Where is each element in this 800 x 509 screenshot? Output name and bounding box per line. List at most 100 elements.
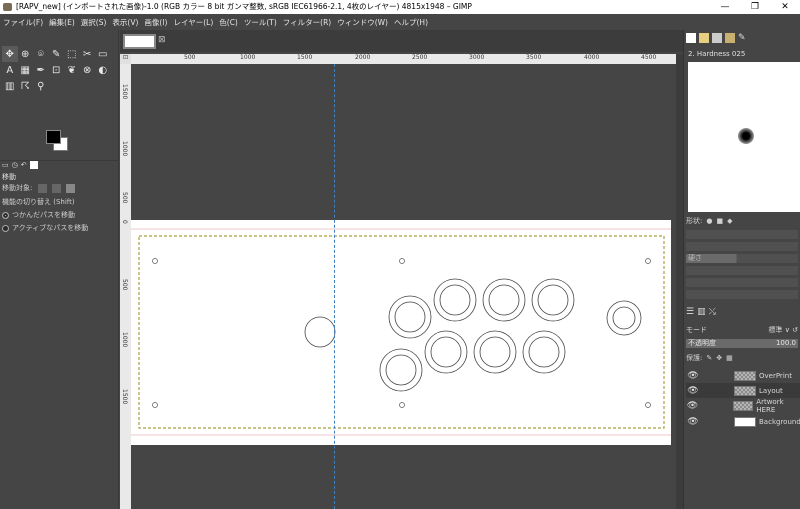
cut-tool-icon[interactable]: ✂ (80, 46, 96, 62)
lock-pixels-icon[interactable]: ✎ (706, 354, 712, 362)
patterns-tab-icon[interactable] (699, 33, 709, 43)
menu-windows[interactable]: ウィンドウ(W) (337, 17, 388, 28)
aspect-slider[interactable] (686, 266, 798, 275)
vertical-ruler[interactable]: 1500 1000 500 0 500 1000 1500 (120, 64, 131, 509)
radius-slider[interactable] (686, 230, 798, 239)
color-picker-icon[interactable]: ☈ (18, 78, 34, 94)
option-pick-path[interactable]: つかんだパスを移動 (2, 210, 75, 220)
menu-help[interactable]: ヘルプ(H) (394, 17, 428, 28)
device-status-tab-icon[interactable]: ◷ (12, 161, 18, 171)
ruler-label: 1000 (240, 54, 256, 61)
layer-row[interactable]: 👁 Background (686, 414, 800, 429)
undo-history-tab-icon[interactable]: ↶ (21, 161, 27, 171)
vertical-scrollbar[interactable] (676, 54, 683, 509)
move-tool-icon[interactable]: ✥ (2, 46, 18, 62)
color-swatches[interactable] (44, 128, 72, 154)
brush-preview[interactable] (688, 62, 800, 212)
transform-tool-icon[interactable]: ▭ (95, 46, 111, 62)
text-tool-icon[interactable]: A (2, 62, 18, 78)
opacity-value: 100.0 (775, 339, 796, 347)
close-button[interactable]: ✕ (770, 0, 800, 14)
menu-layer[interactable]: レイヤー(L) (173, 17, 213, 28)
toolbox: ✥ ⊕ ⌾ ✎ ⬚ ✂ ▭ A ▦ ✒ ⊡ ❦ ⊗ ◐ ▥ ☈ ⚲ ▭ ◷ ↶ … (0, 30, 119, 509)
align-tool-icon[interactable]: ⊕ (18, 46, 34, 62)
right-dock: ✎ 2. Hardness 025 形状: ● ■ ◆ 硬さ ☰ ▥ ⤯ モード… (683, 30, 800, 509)
ruler-label: 3000 (469, 54, 485, 61)
path-target-icon[interactable] (66, 183, 76, 193)
tool-options-tab-icon[interactable]: ▭ (2, 161, 9, 171)
option-active-path[interactable]: アクティブなパスを移動 (2, 223, 88, 233)
lock-alpha-icon[interactable]: ▦ (726, 354, 733, 362)
free-select-icon[interactable]: ⌾ (33, 46, 49, 62)
clone-tool-icon[interactable]: ❦ (64, 62, 80, 78)
radio-active-path[interactable] (2, 224, 9, 232)
layer-target-icon[interactable] (37, 183, 47, 193)
eye-icon[interactable]: 👁 (686, 386, 700, 396)
spacing-slider[interactable] (686, 290, 798, 299)
zoom-tool-icon[interactable]: ⚲ (33, 78, 49, 94)
reset-mode-icon[interactable]: ↺ (792, 326, 798, 334)
vertical-guide[interactable] (334, 64, 335, 509)
gradient-tool-icon[interactable]: ▦ (18, 62, 34, 78)
eye-icon[interactable]: 👁 (686, 401, 699, 411)
menu-edit[interactable]: 編集(E) (49, 17, 75, 28)
dock-tabs: ✎ (686, 33, 748, 43)
layer-row[interactable]: 👁 Layout (686, 383, 800, 398)
mode-select[interactable]: 標準 ∨ ↺ (769, 325, 798, 335)
eye-icon[interactable]: 👁 (686, 371, 700, 381)
eraser-icon[interactable]: ⊡ (49, 62, 65, 78)
paths-tool-icon[interactable]: ▥ (2, 78, 18, 94)
ruler-label: 1500 (121, 389, 128, 405)
opacity-slider[interactable]: 不透明度 100.0 (686, 339, 798, 348)
foreground-color[interactable] (46, 130, 61, 144)
images-tab-icon[interactable] (29, 161, 38, 169)
tool-grid: ✥ ⊕ ⌾ ✎ ⬚ ✂ ▭ A ▦ ✒ ⊡ ❦ ⊗ ◐ ▥ ☈ ⚲ (2, 46, 114, 94)
square-shape-icon[interactable]: ■ (716, 217, 723, 225)
paintbrush-tab-icon[interactable]: ✎ (738, 33, 748, 43)
paintbrush-icon[interactable]: ✒ (33, 62, 49, 78)
layer-row[interactable]: 👁 OverPrint (686, 368, 800, 383)
maximize-button[interactable]: ❐ (740, 0, 770, 14)
lock-position-icon[interactable]: ✥ (716, 354, 722, 362)
crop-tool-icon[interactable]: ⬚ (64, 46, 80, 62)
window-controls: — ❐ ✕ (710, 0, 800, 14)
gradients-tab-icon[interactable] (725, 33, 735, 43)
safe-area-border (138, 235, 665, 429)
menu-tools[interactable]: ツール(T) (244, 17, 277, 28)
lock-label: 保護: (686, 354, 703, 362)
image-canvas[interactable] (131, 220, 671, 445)
menu-select[interactable]: 選択(S) (81, 17, 107, 28)
brushes-tab-icon[interactable] (686, 33, 696, 43)
fuzzy-select-icon[interactable]: ✎ (49, 46, 65, 62)
image-tab-thumbnail[interactable] (123, 34, 156, 49)
diamond-shape-icon[interactable]: ◆ (727, 217, 732, 225)
circle-shape-icon[interactable]: ● (706, 217, 712, 225)
hardness-slider[interactable]: 硬さ (686, 254, 798, 263)
selection-target-icon[interactable] (51, 183, 61, 193)
menu-image[interactable]: 画像(I) (144, 17, 167, 28)
minimize-button[interactable]: — (710, 0, 740, 14)
ruler-label: 0 (121, 220, 128, 224)
eye-icon[interactable]: 👁 (686, 417, 700, 427)
heal-tool-icon[interactable]: ⊗ (80, 62, 96, 78)
ruler-label: 1000 (121, 332, 128, 348)
menu-filters[interactable]: フィルター(R) (283, 17, 331, 28)
channels-tab-icon[interactable]: ▥ (697, 307, 706, 317)
radio-pick-path[interactable] (2, 211, 9, 219)
horizontal-ruler[interactable]: 500 1000 1500 2000 2500 3000 3500 4000 4… (131, 54, 676, 64)
menu-view[interactable]: 表示(V) (112, 17, 138, 28)
fonts-tab-icon[interactable] (712, 33, 722, 43)
shape-label: 形状: (686, 217, 703, 225)
layers-tab-icon[interactable]: ☰ (686, 307, 694, 317)
menu-file[interactable]: ファイル(F) (3, 17, 43, 28)
dodge-burn-icon[interactable]: ◐ (95, 62, 111, 78)
angle-slider[interactable] (686, 278, 798, 287)
paths-tab-icon[interactable]: ⤯ (709, 307, 716, 317)
ruler-corner[interactable]: ⊡ (120, 54, 131, 64)
ruler-label: 1500 (121, 84, 128, 100)
spikes-slider[interactable] (686, 242, 798, 251)
close-tab-icon[interactable]: ⊠ (158, 35, 166, 45)
menu-colors[interactable]: 色(C) (219, 17, 238, 28)
layer-row[interactable]: 👁 Artwork HERE (686, 398, 800, 414)
chevron-down-icon: ∨ (784, 326, 790, 334)
